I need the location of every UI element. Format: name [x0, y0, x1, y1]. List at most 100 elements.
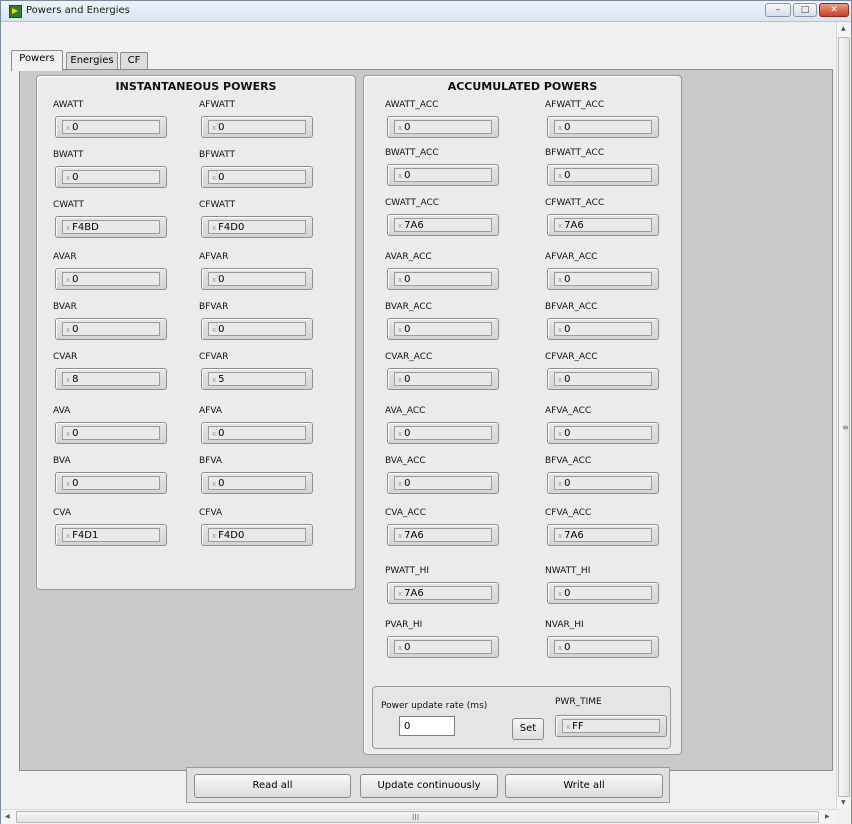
hex-radix-marker: x	[398, 124, 403, 132]
pvar-hi-value-text: 0	[404, 642, 411, 653]
vertical-scroll-thumb[interactable]: ≡	[838, 37, 850, 797]
hex-radix-marker: x	[66, 326, 71, 334]
avar-acc-indicator: x0	[387, 268, 499, 290]
hex-radix-marker: x	[212, 326, 217, 334]
close-button[interactable]: ✕	[819, 3, 849, 17]
cvar-indicator: x8	[55, 368, 167, 390]
tab-energies[interactable]: Energies	[66, 52, 118, 70]
nwatt-hi-label: NWATT_HI	[545, 566, 591, 576]
hex-radix-marker: x	[558, 124, 563, 132]
hex-radix-marker: x	[212, 430, 217, 438]
afwatt-value: x0	[208, 120, 306, 134]
bwatt-value: x0	[62, 170, 160, 184]
afvar-acc-indicator: x0	[547, 268, 659, 290]
vertical-scrollbar[interactable]: ▲ ≡ ▼	[836, 22, 851, 809]
write-all-button[interactable]: Write all	[505, 774, 663, 798]
cva-acc-indicator: x 7A6	[387, 524, 499, 546]
bfwatt-acc-value-text: 0	[564, 170, 571, 181]
bva-label: BVA	[53, 456, 71, 466]
cfva-label: CFVA	[199, 508, 223, 518]
pwr-time-value-text: FF	[572, 721, 584, 732]
ava-acc-label: AVA_ACC	[385, 406, 426, 416]
bfwatt-acc-label: BFWATT_ACC	[545, 148, 605, 158]
bvar-acc-value-text: 0	[404, 324, 411, 335]
afvar-acc-label: AFVAR_ACC	[545, 252, 598, 262]
hex-radix-marker: x	[66, 276, 71, 284]
cfva-acc-indicator: x 7A6	[547, 524, 659, 546]
set-button[interactable]: Set	[512, 718, 544, 740]
nvar-hi-value-text: 0	[564, 642, 571, 653]
hex-radix-marker: x	[558, 326, 563, 334]
power-update-rate-group: Power update rate (ms) Set PWR_TIME xFF	[372, 686, 671, 749]
hex-radix-marker: x	[66, 532, 71, 540]
nwatt-hi-value-text: 0	[564, 588, 571, 599]
cfwatt-label: CFWATT	[199, 200, 236, 210]
scroll-right-arrow-icon[interactable]: ▶	[825, 813, 830, 820]
read-all-button[interactable]: Read all	[194, 774, 351, 798]
afva-acc-label: AFVA_ACC	[545, 406, 592, 416]
power-update-rate-input[interactable]	[399, 716, 455, 736]
bwatt-label: BWATT	[53, 150, 84, 160]
hex-radix-marker: x	[398, 276, 403, 284]
cfva-acc-value: x 7A6	[554, 528, 652, 542]
nwatt-hi-indicator: x0	[547, 582, 659, 604]
afwatt-acc-value: x0	[554, 120, 652, 134]
hex-radix-marker: x	[558, 172, 563, 180]
bfwatt-acc-indicator: x0	[547, 164, 659, 186]
bwatt-acc-value: x0	[394, 168, 492, 182]
afvar-acc-value: x0	[554, 272, 652, 286]
pvar-hi-value: x0	[394, 640, 492, 654]
awatt-acc-value-text: 0	[404, 122, 411, 133]
powers-tab-panel: INSTANTANEOUS POWERS AWATT x 0 AFWATT x 0 BWAT…	[19, 69, 833, 771]
cva-indicator: x F4D1	[55, 524, 167, 546]
tab-cf[interactable]: CF	[120, 52, 148, 70]
cfva-acc-value-text: 7A6	[564, 530, 584, 541]
bvar-value: x0	[62, 322, 160, 336]
cwatt-acc-label: CWATT_ACC	[385, 198, 440, 208]
hex-radix-marker: x	[66, 174, 71, 182]
window-title: Powers and Energies	[26, 5, 130, 16]
bvar-acc-indicator: x0	[387, 318, 499, 340]
bfwatt-value-text: 0	[218, 172, 225, 183]
tab-powers[interactable]: Powers	[11, 50, 63, 71]
cfvar-indicator: x5	[201, 368, 313, 390]
cwatt-indicator: x F4BD	[55, 216, 167, 238]
accumulated-powers-group: ACCUMULATED POWERS AWATT_ACC x 0 AFWATT_ACC…	[363, 75, 682, 755]
bvar-value-text: 0	[72, 324, 79, 335]
update-continuously-button[interactable]: Update continuously	[360, 774, 498, 798]
title-bar[interactable]: Powers and Energies – □ ✕	[1, 1, 851, 22]
awatt-indicator: x0	[55, 116, 167, 138]
cfwatt-acc-label: CFWATT_ACC	[545, 198, 605, 208]
cfva-value-text: F4D0	[218, 530, 245, 541]
hex-radix-marker: x	[212, 224, 217, 232]
bfva-value-text: 0	[218, 478, 225, 489]
hex-radix-marker: x	[66, 124, 71, 132]
horizontal-scroll-thumb[interactable]: III	[16, 811, 819, 823]
minimize-button[interactable]: –	[765, 3, 791, 17]
hex-radix-marker: x	[212, 376, 217, 384]
cvar-acc-value-text: 0	[404, 374, 411, 385]
avar-value-text: 0	[72, 274, 79, 285]
horizontal-scrollbar[interactable]: ◀ III ▶	[1, 809, 836, 824]
maximize-button[interactable]: □	[793, 3, 817, 17]
bfvar-acc-value: x0	[554, 322, 652, 336]
cva-acc-value-text: 7A6	[404, 530, 424, 541]
hex-radix-marker: x	[398, 430, 403, 438]
bva-acc-label: BVA_ACC	[385, 456, 426, 466]
cfvar-acc-value: x0	[554, 372, 652, 386]
pvar-hi-indicator: x0	[387, 636, 499, 658]
bfwatt-label: BFWATT	[199, 150, 236, 160]
cvar-label: CVAR	[53, 352, 78, 362]
ava-acc-value: x0	[394, 426, 492, 440]
scroll-down-arrow-icon[interactable]: ▼	[841, 799, 846, 806]
scroll-up-arrow-icon[interactable]: ▲	[841, 25, 846, 32]
scroll-left-arrow-icon[interactable]: ◀	[5, 813, 10, 820]
afwatt-label: AFWATT	[199, 100, 236, 110]
hex-radix-marker: x	[558, 480, 563, 488]
bvar-acc-value: x0	[394, 322, 492, 336]
hex-radix-marker: x	[212, 276, 217, 284]
afvar-acc-value-text: 0	[564, 274, 571, 285]
cva-label: CVA	[53, 508, 72, 518]
cwatt-label: CWATT	[53, 200, 84, 210]
cva-acc-label: CVA_ACC	[385, 508, 427, 518]
